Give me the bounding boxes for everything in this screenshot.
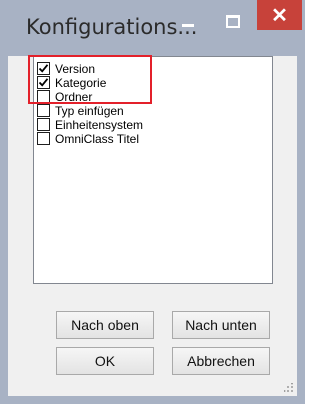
configuration-dialog: Konfigurations... ✕ Version Kategorie Or… bbox=[0, 0, 305, 404]
ok-button[interactable]: OK bbox=[56, 347, 154, 375]
checkbox-omniclass-titel[interactable] bbox=[37, 132, 50, 145]
annotation-highlight-box bbox=[28, 55, 152, 104]
title-bar[interactable]: Konfigurations... ✕ bbox=[0, 0, 305, 56]
list-item-label: Typ einfügen bbox=[55, 103, 124, 118]
maximize-button[interactable] bbox=[215, 6, 251, 36]
cancel-button[interactable]: Abbrechen bbox=[172, 347, 270, 375]
move-down-button[interactable]: Nach unten bbox=[172, 311, 270, 339]
close-button[interactable]: ✕ bbox=[257, 0, 302, 30]
list-item-label: OmniClass Titel bbox=[55, 131, 140, 146]
minimize-icon bbox=[182, 23, 194, 27]
close-icon: ✕ bbox=[271, 4, 288, 27]
list-item-label: Einheitensystem bbox=[55, 117, 144, 132]
dialog-client-area: Version Kategorie Ordner Typ einfügen Ei… bbox=[8, 56, 297, 396]
list-item-omniclass-titel[interactable]: OmniClass Titel bbox=[37, 131, 139, 146]
list-item-typ-einfuegen[interactable]: Typ einfügen bbox=[37, 103, 124, 118]
checkbox-typ-einfuegen[interactable] bbox=[37, 104, 50, 117]
maximize-icon bbox=[226, 14, 240, 28]
move-up-button[interactable]: Nach oben bbox=[56, 311, 154, 339]
resize-grip-icon[interactable] bbox=[284, 383, 294, 393]
minimize-button[interactable] bbox=[170, 6, 206, 36]
checkbox-einheitensystem[interactable] bbox=[37, 118, 50, 131]
list-item-einheitensystem[interactable]: Einheitensystem bbox=[37, 117, 143, 132]
